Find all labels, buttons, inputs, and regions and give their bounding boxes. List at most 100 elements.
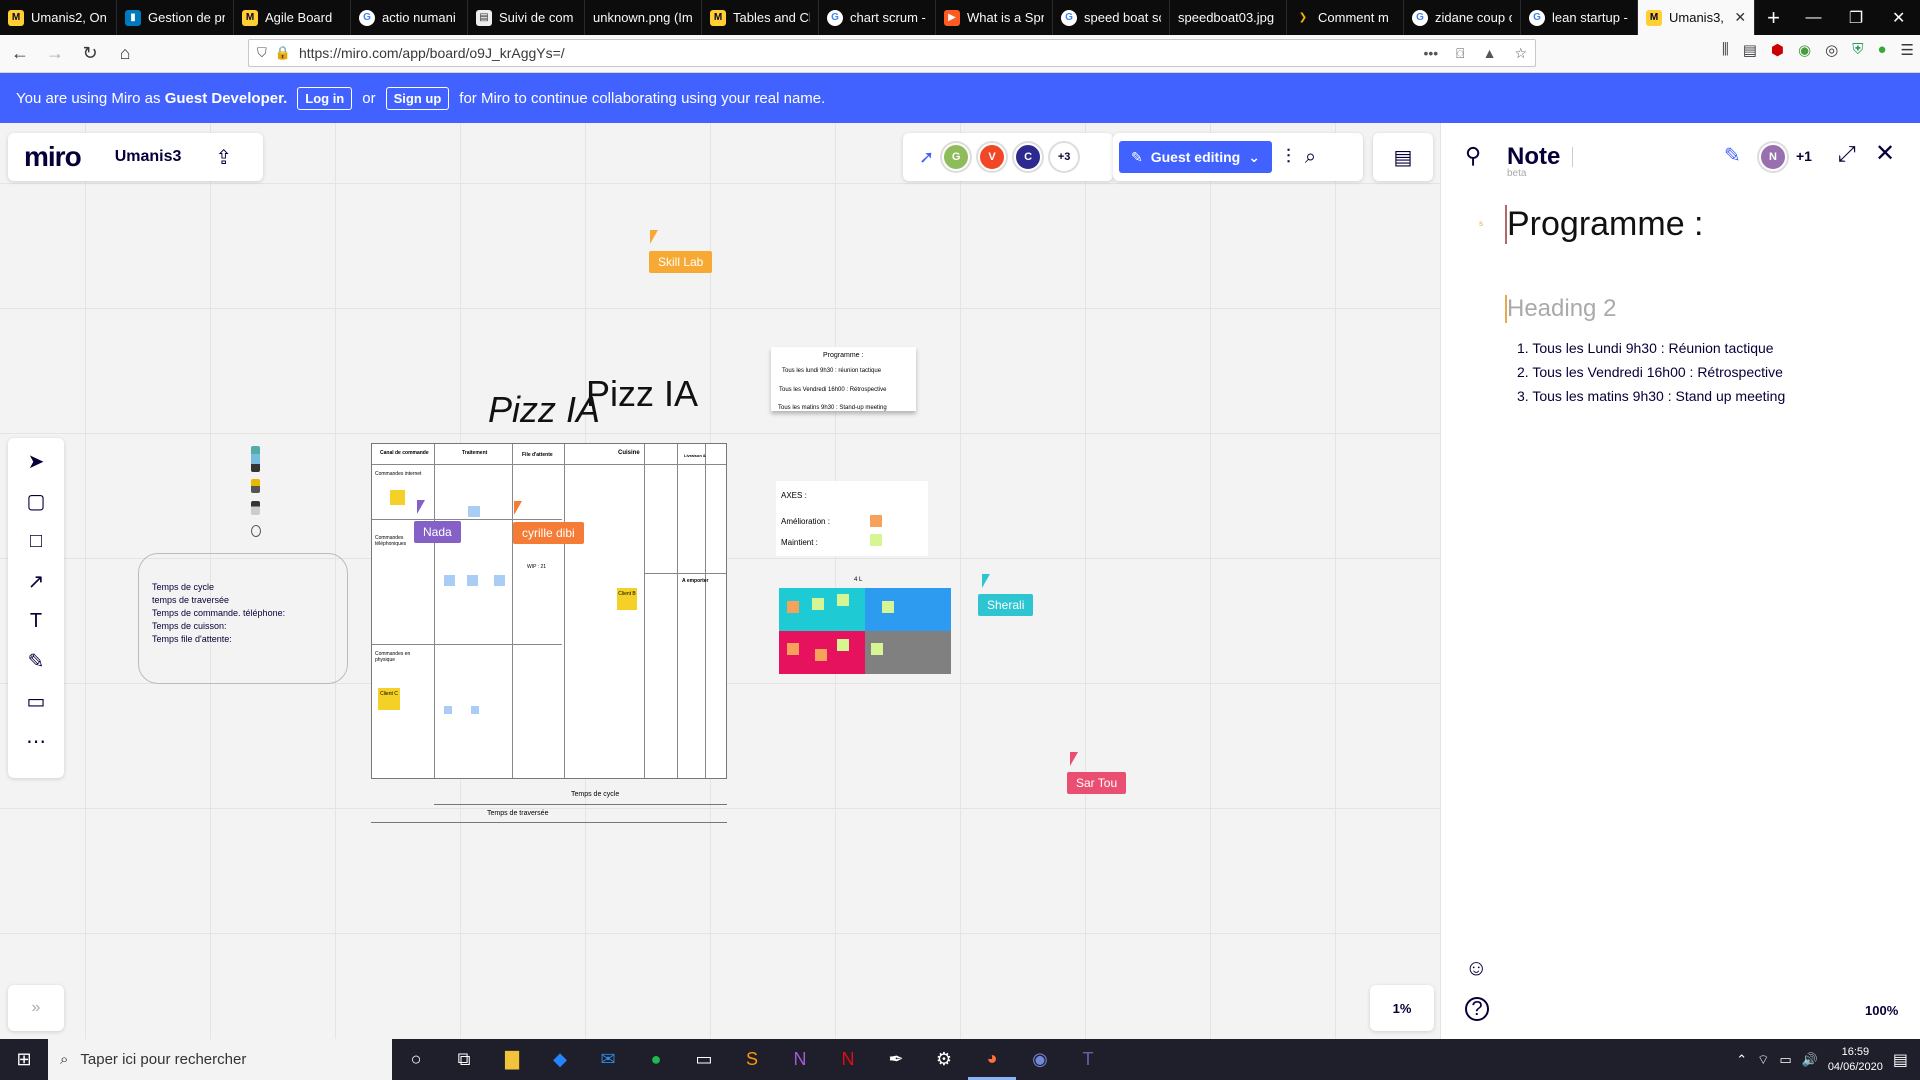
volume-icon[interactable]: 🔊	[1802, 1052, 1818, 1068]
pocket-icon[interactable]: ⌼	[1456, 45, 1464, 62]
browser-tab[interactable]: M Tables and Ch	[702, 0, 819, 35]
zoom-level[interactable]: 1%	[1370, 985, 1434, 1031]
browser-tab[interactable]: ▮ Gestion de pr	[117, 0, 234, 35]
mail-icon[interactable]: ✉	[584, 1039, 632, 1080]
cortana-icon[interactable]: ○	[392, 1039, 440, 1080]
home-icon[interactable]: ⌂	[110, 39, 140, 69]
ublock-icon[interactable]: ⬢	[1771, 41, 1784, 59]
account-icon[interactable]: ◎	[1825, 41, 1838, 59]
comment-icon[interactable]: ▭	[21, 688, 51, 714]
sticky-client-b[interactable]: Client B	[617, 588, 637, 610]
board-title[interactable]: Pizz IA	[586, 373, 698, 415]
avatar[interactable]: N	[1759, 143, 1787, 171]
clock[interactable]: 16:59 04/06/2020	[1828, 1045, 1883, 1075]
teams-icon[interactable]: T	[1064, 1039, 1112, 1080]
sticky-note-icon[interactable]: ▢	[21, 488, 51, 514]
back-arrow-icon[interactable]: ←	[5, 39, 35, 69]
browser-tab[interactable]: Gactio numani	[351, 0, 468, 35]
more-users-badge[interactable]: +3	[1050, 143, 1079, 171]
collaborator-edit-icon[interactable]: ✎	[1724, 143, 1741, 168]
browser-tab[interactable]: M Umanis2, On	[0, 0, 117, 35]
sidebar-icon[interactable]: ▤	[1743, 41, 1757, 59]
signup-button[interactable]: Sign up	[385, 86, 450, 110]
expand-panel-button[interactable]: »	[8, 985, 64, 1031]
list-item[interactable]: 2. Tous les Vendredi 16h00 : Rétrospecti…	[1517, 360, 1785, 384]
terminal-icon[interactable]: ▭	[680, 1039, 728, 1080]
sticky-note[interactable]	[882, 601, 894, 613]
url-bar[interactable]: ⛉ 🔒 https://miro.com/app/board/o9J_krAgg…	[248, 39, 1536, 67]
warning-icon[interactable]: ▲	[1483, 45, 1497, 62]
chat-ext-icon[interactable]: ●	[1877, 41, 1886, 59]
sticky-note[interactable]	[837, 639, 849, 651]
maximize-button[interactable]: ❐	[1835, 0, 1878, 35]
sticky-note[interactable]	[467, 575, 478, 586]
forward-arrow-icon[interactable]: →	[40, 39, 70, 69]
pen-icon[interactable]: ✎	[21, 648, 51, 674]
more-tools-icon[interactable]: ⋯	[21, 728, 51, 754]
note-heading-2-placeholder[interactable]: Heading 2	[1505, 295, 1616, 323]
feedback-smiley-icon[interactable]: ☺	[1465, 955, 1487, 981]
sticky-note[interactable]	[787, 643, 799, 655]
avatar[interactable]: V	[978, 143, 1007, 171]
discord-icon[interactable]: ◉	[1016, 1039, 1064, 1080]
browser-tab[interactable]: ▤ Suivi de com	[468, 0, 585, 35]
new-tab-button[interactable]: +	[1755, 0, 1792, 35]
battery-icon[interactable]: ▭	[1779, 1052, 1791, 1068]
library-icon[interactable]: ⫼	[1722, 41, 1729, 59]
list-item[interactable]: 1. Tous les Lundi 9h30 : Réunion tactiqu…	[1517, 336, 1785, 360]
netflix-icon[interactable]: N	[824, 1039, 872, 1080]
sticky-note[interactable]	[444, 706, 452, 714]
miro-logo[interactable]: miro	[24, 141, 82, 173]
settings-gear-icon[interactable]: ⚙	[920, 1039, 968, 1080]
browser-tab[interactable]: ▶ What is a Spr	[936, 0, 1053, 35]
browser-tab[interactable]: Glean startup -	[1521, 0, 1638, 35]
shield-ext-icon[interactable]: ⛨	[1852, 41, 1863, 59]
close-tab-icon[interactable]: ✕	[1734, 9, 1746, 26]
minimize-button[interactable]: —	[1792, 0, 1835, 35]
sticky-note[interactable]	[468, 506, 480, 517]
browser-tab[interactable]: M Agile Board	[234, 0, 351, 35]
sticky-note[interactable]	[494, 575, 505, 586]
board-title-italic[interactable]: Pizz IA	[488, 389, 600, 431]
programme-card[interactable]: Programme : Tous les lundi 9h30 : réunio…	[771, 347, 916, 411]
menu-hamburger-icon[interactable]: ☰	[1901, 41, 1914, 59]
note-heading-1[interactable]: Programme :	[1505, 205, 1704, 244]
export-icon[interactable]: ⇪	[215, 145, 232, 170]
axes-card[interactable]: AXES : Amélioration : Maintient :	[776, 481, 928, 556]
select-cursor-icon[interactable]: ➤	[21, 448, 51, 474]
reload-icon[interactable]: ↻	[75, 39, 105, 69]
wifi-icon[interactable]: ⌔	[1757, 1052, 1769, 1068]
chrome-ext-icon[interactable]: ◉	[1798, 41, 1811, 59]
sticky-note[interactable]	[787, 601, 799, 613]
close-icon[interactable]: ✕	[1875, 139, 1895, 168]
browser-tab[interactable]: speedboat03.jpg	[1170, 0, 1287, 35]
miro-board-canvas[interactable]: Programme : Tous les lundi 9h30 : réunio…	[0, 123, 1440, 1039]
cursor-toggle-icon[interactable]: ➚	[919, 147, 934, 168]
windows-start-icon[interactable]: ⊞	[0, 1039, 48, 1080]
sticky-client-c[interactable]: Client C	[378, 688, 400, 710]
spotify-icon[interactable]: ●	[632, 1039, 680, 1080]
avatar[interactable]: C	[1014, 143, 1043, 171]
pin-icon[interactable]: ⚲	[1465, 143, 1481, 169]
browser-tab[interactable]: Gzidane coup c	[1404, 0, 1521, 35]
sourcetree-icon[interactable]: ◆	[536, 1039, 584, 1080]
arrow-line-icon[interactable]: ↗	[21, 568, 51, 594]
login-button[interactable]: Log in	[297, 86, 353, 110]
notifications-icon[interactable]: ▤	[1893, 1050, 1908, 1070]
browser-tab[interactable]: Gspeed boat sc	[1053, 0, 1170, 35]
browser-tab[interactable]: Gchart scrum -	[819, 0, 936, 35]
note-list[interactable]: 1. Tous les Lundi 9h30 : Réunion tactiqu…	[1517, 336, 1785, 408]
quadrant-matrix[interactable]	[779, 588, 951, 674]
sticky-note[interactable]	[471, 706, 479, 714]
close-window-button[interactable]: ✕	[1877, 0, 1920, 35]
page-actions-icon[interactable]: •••	[1423, 45, 1438, 62]
inkscape-icon[interactable]: ✒	[872, 1039, 920, 1080]
sticky-note[interactable]	[871, 643, 883, 655]
metrics-card[interactable]: Temps de cycle temps de traversée Temps …	[138, 553, 348, 684]
guest-editing-button[interactable]: ✎ Guest editing ⌄	[1119, 141, 1272, 173]
help-icon[interactable]: ?	[1465, 997, 1489, 1021]
onenote-icon[interactable]: N	[776, 1039, 824, 1080]
bookmark-star-icon[interactable]: ☆	[1514, 45, 1527, 62]
sticky-note[interactable]	[837, 594, 849, 606]
browser-tab[interactable]: ❯ Comment m	[1287, 0, 1404, 35]
